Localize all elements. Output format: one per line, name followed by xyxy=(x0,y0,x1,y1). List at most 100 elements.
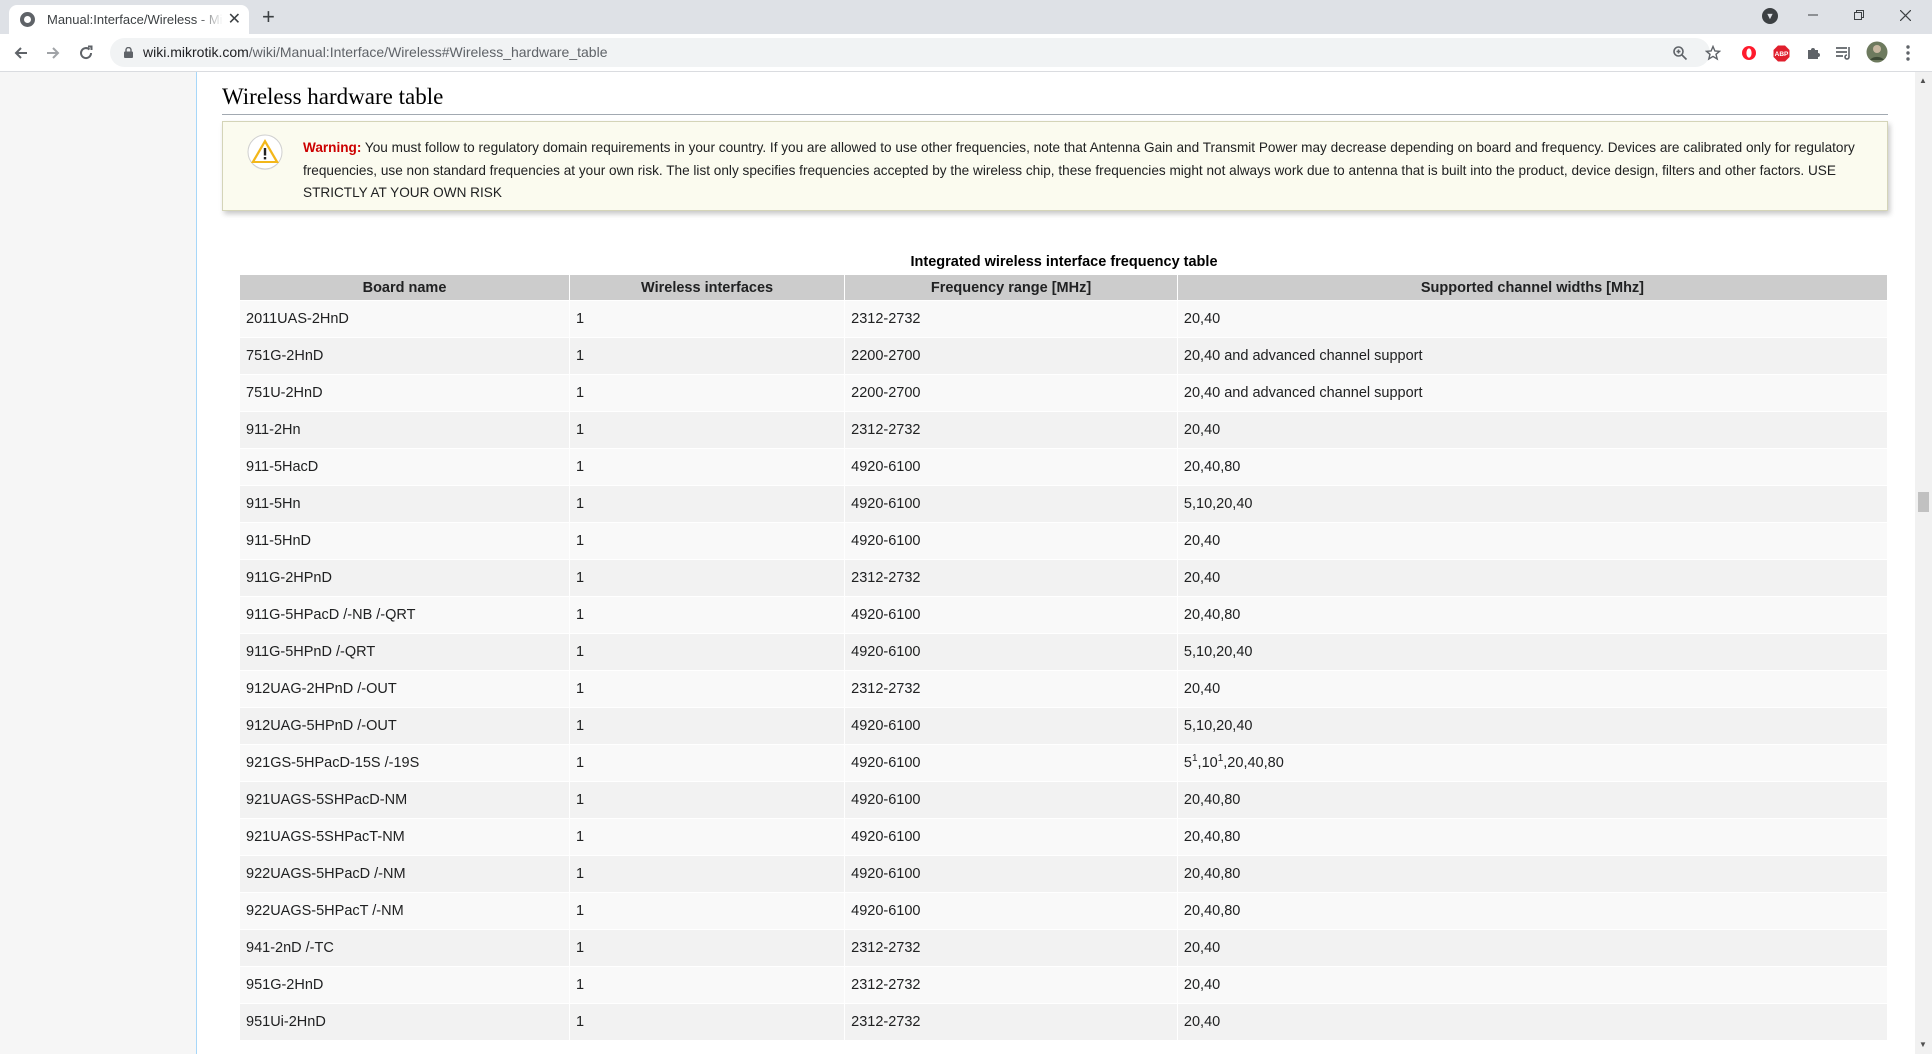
frequency-range-cell: 4920-6100 xyxy=(844,596,1178,634)
board-name-cell: 911G-2HPnD xyxy=(240,559,570,597)
board-name-cell: 911G-5HPacD /-NB /-QRT xyxy=(240,596,570,634)
table-row: 751G-2HnD 1 2200-2700 20,40 and advanced ch… xyxy=(240,337,1889,375)
interfaces-cell: 1 xyxy=(569,744,846,782)
close-tab-icon[interactable]: ✕ xyxy=(228,11,241,28)
channel-widths-cell: 20,40 xyxy=(1177,1003,1889,1040)
frequency-range-cell: 4920-6100 xyxy=(844,448,1178,486)
channel-widths-cell: 20,40,80 xyxy=(1177,448,1889,486)
table-row: 911-5Hn 1 4920-6100 5,10,20,40 xyxy=(240,485,1889,523)
frequency-range-cell: 4920-6100 xyxy=(844,633,1178,671)
table-row: 911G-2HPnD 1 2312-2732 20,40 xyxy=(240,559,1889,597)
new-tab-button[interactable]: + xyxy=(262,5,275,29)
channel-widths-cell: 5,10,20,40 xyxy=(1177,633,1889,671)
board-name-cell: 921GS-5HPacD-15S /-19S xyxy=(240,744,570,782)
tab-search-icon[interactable]: ▼ xyxy=(1762,8,1778,24)
frequency-range-cell: 2312-2732 xyxy=(844,1003,1178,1040)
close-window-icon[interactable] xyxy=(1882,0,1928,30)
reading-list-icon[interactable] xyxy=(1834,43,1854,63)
board-name-cell: 951G-2HnD xyxy=(240,966,570,1004)
channel-widths-cell: 20,40 and advanced channel support xyxy=(1177,374,1889,412)
adblock-icon[interactable]: ABP xyxy=(1771,43,1791,63)
interfaces-cell: 1 xyxy=(569,374,846,412)
column-header: Board name xyxy=(240,275,570,301)
channel-widths-cell: 20,40 xyxy=(1177,966,1889,1004)
scroll-up-icon[interactable]: ▲ xyxy=(1919,76,1927,85)
channel-widths-cell: 20,40,80 xyxy=(1177,892,1889,930)
warning-body: You must follow to regulatory domain req… xyxy=(303,140,1855,200)
interfaces-cell: 1 xyxy=(569,966,846,1004)
table-row: 941-2nD /-TC 1 2312-2732 20,40 xyxy=(240,929,1889,967)
channel-widths-cell: 20,40 xyxy=(1177,411,1889,449)
warning-box: Warning: You must follow to regulatory d… xyxy=(222,121,1888,211)
interfaces-cell: 1 xyxy=(569,448,846,486)
wiki-favicon-icon xyxy=(20,12,35,27)
back-icon[interactable] xyxy=(8,40,34,66)
table-row: 921UAGS-5SHPacT-NM 1 4920-6100 20,40,80 xyxy=(240,818,1889,856)
tab-title: Manual:Interface/Wireless - MikroTik Wik… xyxy=(47,12,223,27)
lock-icon[interactable] xyxy=(124,47,133,58)
frequency-range-cell: 2200-2700 xyxy=(844,337,1178,375)
warning-label: Warning: xyxy=(303,140,362,155)
board-name-cell: 951Ui-2HnD xyxy=(240,1003,570,1040)
column-header: Frequency range [MHz] xyxy=(844,275,1178,301)
kebab-menu-icon[interactable] xyxy=(1898,43,1918,63)
extensions-icon[interactable] xyxy=(1803,43,1823,63)
table-row: 951G-2HnD 1 2312-2732 20,40 xyxy=(240,966,1889,1004)
interfaces-cell: 1 xyxy=(569,559,846,597)
restore-icon[interactable] xyxy=(1836,0,1882,30)
board-name-cell: 911-2Hn xyxy=(240,411,570,449)
column-header: Supported channel widths [Mhz] xyxy=(1177,275,1889,301)
frequency-range-cell: 4920-6100 xyxy=(844,818,1178,856)
frequency-range-cell: 2312-2732 xyxy=(844,411,1178,449)
reload-icon[interactable] xyxy=(73,40,99,66)
channel-widths-cell: 20,40 xyxy=(1177,522,1889,560)
channel-widths-cell: 20,40 and advanced channel support xyxy=(1177,337,1889,375)
board-name-cell: 751G-2HnD xyxy=(240,337,570,375)
address-bar[interactable]: wiki.mikrotik.com/wiki/Manual:Interface/… xyxy=(110,38,1721,67)
table-caption: Integrated wireless interface frequency … xyxy=(910,254,1218,270)
interfaces-cell: 1 xyxy=(569,929,846,967)
board-name-cell: 912UAG-5HPnD /-OUT xyxy=(240,707,570,745)
frequency-range-cell: 4920-6100 xyxy=(844,485,1178,523)
scroll-down-icon[interactable]: ▼ xyxy=(1919,1040,1927,1049)
interfaces-cell: 1 xyxy=(569,670,846,708)
board-name-cell: 922UAGS-5HPacD /-NM xyxy=(240,855,570,893)
browser-tab[interactable]: Manual:Interface/Wireless - MikroTik Wik… xyxy=(9,5,249,34)
table-row: 912UAG-5HPnD /-OUT 1 4920-6100 5,10,20,40 xyxy=(240,707,1889,745)
table-row: 2011UAS-2HnD 1 2312-2732 20,40 xyxy=(240,300,1889,338)
frequency-range-cell: 4920-6100 xyxy=(844,855,1178,893)
column-header: Wireless interfaces xyxy=(569,275,846,301)
avatar[interactable] xyxy=(1865,40,1889,64)
interfaces-cell: 1 xyxy=(569,892,846,930)
forward-icon[interactable] xyxy=(40,40,66,66)
channel-widths-cell: 20,40,80 xyxy=(1177,818,1889,856)
minimize-icon[interactable] xyxy=(1790,0,1836,30)
vertical-scrollbar[interactable]: ▲ ▼ xyxy=(1915,72,1932,1054)
table-row: 911-2Hn 1 2312-2732 20,40 xyxy=(240,411,1889,449)
interfaces-cell: 1 xyxy=(569,485,846,523)
star-icon[interactable] xyxy=(1704,44,1722,62)
frequency-range-cell: 2200-2700 xyxy=(844,374,1178,412)
board-name-cell: 922UAGS-5HPacT /-NM xyxy=(240,892,570,930)
board-name-cell: 921UAGS-5SHPacD-NM xyxy=(240,781,570,819)
frequency-range-cell: 4920-6100 xyxy=(844,522,1178,560)
interfaces-cell: 1 xyxy=(569,781,846,819)
interfaces-cell: 1 xyxy=(569,633,846,671)
interfaces-cell: 1 xyxy=(569,596,846,634)
board-name-cell: 941-2nD /-TC xyxy=(240,929,570,967)
zoom-icon[interactable] xyxy=(1671,44,1689,62)
board-name-cell: 911-5HnD xyxy=(240,522,570,560)
channel-widths-cell: 20,40,80 xyxy=(1177,596,1889,634)
channel-widths-cell: 20,40 xyxy=(1177,559,1889,597)
board-name-cell: 911-5HacD xyxy=(240,448,570,486)
table-row: 911G-5HPnD /-QRT 1 4920-6100 5,10,20,40 xyxy=(240,633,1889,671)
opera-icon[interactable] xyxy=(1739,43,1759,63)
scroll-thumb[interactable] xyxy=(1918,492,1929,512)
board-name-cell: 912UAG-2HPnD /-OUT xyxy=(240,670,570,708)
svg-text:ABP: ABP xyxy=(1774,51,1788,58)
url-text[interactable]: wiki.mikrotik.com/wiki/Manual:Interface/… xyxy=(143,44,607,60)
frequency-range-cell: 4920-6100 xyxy=(844,744,1178,782)
table-row: 922UAGS-5HPacT /-NM 1 4920-6100 20,40,80 xyxy=(240,892,1889,930)
board-name-cell: 911G-5HPnD /-QRT xyxy=(240,633,570,671)
channel-widths-cell: 20,40,80 xyxy=(1177,781,1889,819)
